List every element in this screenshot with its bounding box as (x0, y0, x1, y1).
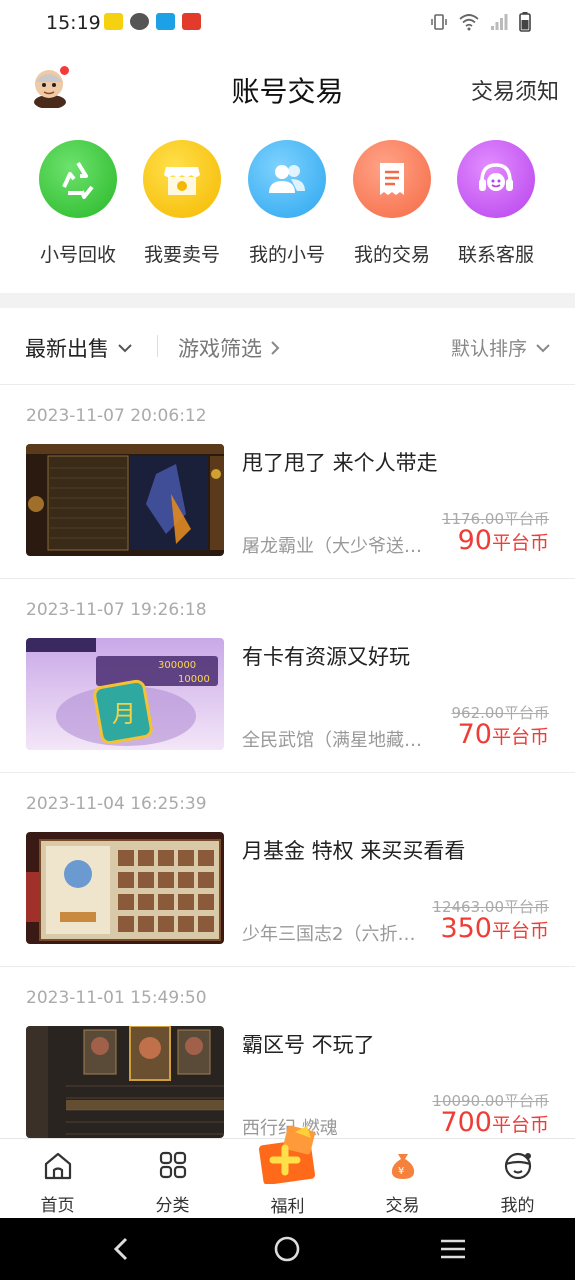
profile-icon (504, 1152, 532, 1180)
price-value: 700 (440, 1107, 492, 1138)
listing-title: 月基金 特权 来买买看看 (242, 839, 466, 863)
app-notification-icon (156, 13, 175, 30)
chevron-down-icon (536, 343, 550, 352)
quick-item-sell[interactable]: 我要卖号 (129, 138, 235, 267)
listing-thumbnail: 300000 10000 月 (26, 638, 224, 750)
listing-price: 350平台币 (440, 913, 549, 944)
quick-item-recycle[interactable]: 小号回收 (25, 138, 131, 267)
gift-icon[interactable] (255, 1122, 321, 1184)
headset-icon (457, 140, 535, 218)
status-right (430, 12, 531, 32)
listing-title: 霸区号 不玩了 (242, 1033, 375, 1057)
trade-notice-link[interactable]: 交易须知 (471, 74, 559, 106)
recycle-icon (39, 140, 117, 218)
app-notification-icon (130, 13, 149, 30)
tab-label: 福利 (270, 1197, 305, 1217)
sort-dropdown[interactable]: 默认排序 (451, 334, 551, 361)
latest-sale-label: 最新出售 (25, 337, 109, 361)
tab-profile[interactable]: 我的 (460, 1139, 575, 1219)
listing-game-name: 屠龙霸业（大少爷送… (242, 536, 422, 557)
listing-game-name: 少年三国志2（六折… (242, 924, 416, 945)
home-circle-icon[interactable] (272, 1234, 302, 1264)
vibrate-icon (431, 14, 447, 30)
listing-time: 2023-11-04 16:25:39 (26, 794, 207, 814)
listing-time: 2023-11-07 19:26:18 (26, 600, 207, 620)
game-filter-label: 游戏筛选 (178, 337, 262, 361)
wifi-icon (459, 14, 479, 31)
thumb-promo-1: 300000 (158, 660, 196, 671)
tab-label: 首页 (40, 1196, 75, 1216)
tab-trade[interactable]: ¥ 交易 (345, 1139, 460, 1219)
quick-item-my-accounts[interactable]: 我的小号 (234, 138, 340, 267)
filter-separator (157, 335, 158, 357)
system-nav-bar (0, 1218, 575, 1280)
thumb-moon-text: 月 (112, 700, 136, 728)
listing-price: 90平台币 (458, 525, 549, 556)
notification-icons (104, 13, 201, 30)
money-bag-icon: ¥ (391, 1154, 415, 1179)
signal-icon (491, 14, 508, 30)
listing-game-name: 全民武馆（满星地藏… (242, 730, 422, 751)
app-notification-icon (182, 13, 201, 30)
home-icon (44, 1152, 72, 1180)
app-notification-icon (104, 13, 123, 30)
menu-icon[interactable] (438, 1234, 468, 1264)
status-time: 15:19 (46, 12, 101, 34)
listing-time: 2023-11-07 20:06:12 (26, 406, 207, 426)
price-unit: 平台币 (491, 1114, 549, 1136)
quick-label: 我的小号 (248, 244, 325, 266)
store-icon (143, 140, 221, 218)
header: 账号交易 交易须知 (0, 52, 575, 124)
price-value: 90 (457, 525, 492, 556)
listing-item[interactable]: 2023-11-07 19:26:18 300000 10000 月 有卡有资源… (0, 579, 575, 773)
listing-time: 2023-11-01 15:49:50 (26, 988, 207, 1008)
thumb-promo-2: 10000 (178, 674, 210, 685)
listing-thumbnail (26, 832, 224, 944)
quick-label: 我的交易 (353, 244, 430, 266)
filter-bar: 最新出售 游戏筛选 默认排序 (0, 308, 575, 385)
quick-menu: 小号回收 我要卖号 我的小号 我的交易 联系客服 (0, 138, 575, 278)
tab-category[interactable]: 分类 (115, 1139, 230, 1219)
tab-home[interactable]: 首页 (0, 1139, 115, 1219)
users-icon (248, 140, 326, 218)
quick-label: 联系客服 (457, 244, 534, 266)
chevron-right-icon (271, 341, 280, 355)
listing-thumbnail (26, 444, 224, 556)
listing-title: 甩了甩了 来个人带走 (242, 451, 438, 475)
svg-text:¥: ¥ (398, 1166, 404, 1177)
listing-price: 700平台币 (440, 1107, 549, 1138)
sort-label: 默认排序 (450, 338, 527, 360)
quick-item-support[interactable]: 联系客服 (443, 138, 549, 267)
price-value: 70 (457, 719, 492, 750)
quick-label: 小号回收 (39, 244, 116, 266)
quick-item-my-trades[interactable]: 我的交易 (339, 138, 445, 267)
listing-thumbnail (26, 1026, 224, 1138)
price-value: 350 (440, 913, 492, 944)
latest-sale-dropdown[interactable]: 最新出售 (25, 333, 133, 363)
status-bar: 15:19 (0, 0, 575, 48)
price-unit: 平台币 (491, 532, 549, 554)
listing-price: 70平台币 (458, 719, 549, 750)
game-filter-button[interactable]: 游戏筛选 (178, 333, 280, 363)
tab-label: 我的 (500, 1196, 535, 1216)
receipt-icon (353, 140, 431, 218)
back-icon[interactable] (107, 1234, 137, 1264)
listing-item[interactable]: 2023-11-07 20:06:12 甩了甩了 来个人带走 屠龙霸业（大少爷送… (0, 385, 575, 579)
listing-item[interactable]: 2023-11-04 16:25:39 月基金 特权 来买买看看 少年三国志2（… (0, 773, 575, 967)
section-divider (0, 293, 575, 308)
battery-icon (519, 12, 531, 32)
price-unit: 平台币 (491, 920, 549, 942)
tab-label: 分类 (155, 1196, 190, 1216)
category-icon (159, 1151, 187, 1179)
quick-label: 我要卖号 (143, 244, 220, 266)
price-unit: 平台币 (491, 726, 549, 748)
chevron-down-icon (118, 344, 132, 353)
tab-label: 交易 (385, 1196, 420, 1216)
listing-title: 有卡有资源又好玩 (242, 645, 410, 669)
